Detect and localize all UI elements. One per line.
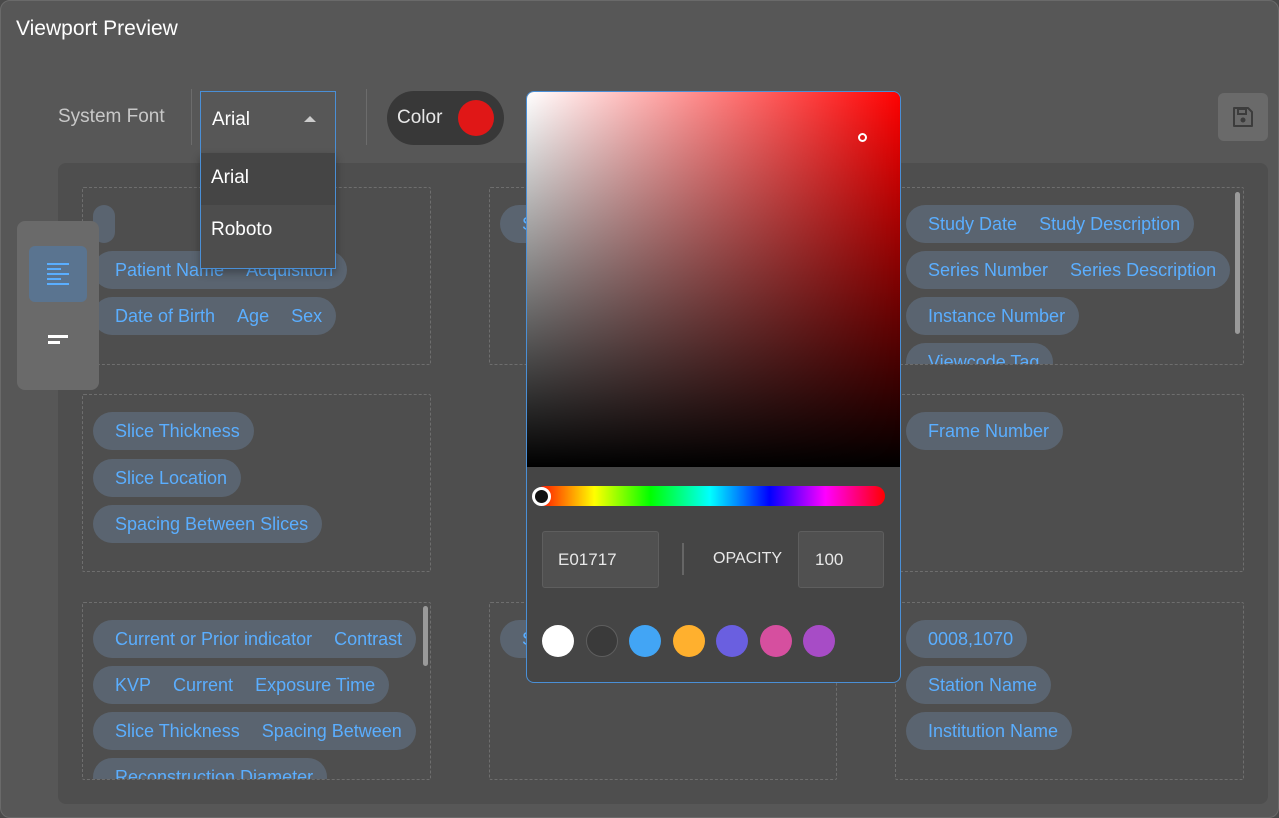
tag-label[interactable]: Sex (291, 306, 322, 326)
color-button[interactable]: Color (387, 91, 504, 145)
tag-label[interactable]: Spacing Between Slices (115, 514, 308, 534)
tag-chip-row[interactable]: Date of Birth Age Sex (93, 297, 337, 335)
caret-up-icon (304, 116, 316, 122)
tag-label[interactable]: Viewcode Tag (928, 352, 1039, 364)
layout-cell-mid-right[interactable]: Frame Number (895, 394, 1244, 572)
tag-label[interactable]: Slice Location (115, 468, 227, 488)
align-bottom-icon (48, 335, 68, 344)
tag-chip-row[interactable]: Frame Number (906, 412, 1064, 450)
tag-chip-row[interactable]: Institution Name (906, 712, 1073, 750)
font-option-roboto[interactable]: Roboto (201, 205, 335, 257)
alignment-panel (17, 221, 99, 390)
tag-chip-row[interactable]: Station Name (906, 666, 1052, 704)
divider (682, 543, 684, 575)
tag-label[interactable]: Contrast (334, 629, 402, 649)
tag-label[interactable]: Slice Thickness (115, 421, 240, 441)
tag-label[interactable]: Current or Prior indicator (115, 629, 312, 649)
tag-chip-row[interactable]: Slice Thickness (93, 412, 254, 450)
tag-chip-row[interactable]: Study Date Study Description (906, 205, 1195, 243)
divider (366, 89, 367, 145)
align-bottom-button[interactable] (29, 313, 87, 369)
scrollbar[interactable] (1235, 192, 1240, 334)
tag-label[interactable]: Reconstruction Diameter (115, 767, 313, 779)
font-dropdown-menu: Arial Roboto (200, 153, 336, 269)
font-option-arial[interactable]: Arial (201, 153, 335, 205)
tag-chip-row[interactable]: KVP Current Exposure Time (93, 666, 390, 704)
preset-swatch[interactable] (803, 625, 835, 657)
tag-chip-row[interactable]: 0008,1070 (906, 620, 1028, 658)
tag-label[interactable]: Date of Birth (115, 306, 215, 326)
layout-cell-top-right[interactable]: Study Date Study Description Series Number… (895, 187, 1244, 365)
viewport-preview-dialog: Viewport Preview System Font Arial Color… (0, 0, 1279, 818)
layout-cell-mid-left[interactable]: Slice Thickness Slice Location Spacing Bet… (82, 394, 431, 572)
tag-label[interactable]: Spacing Between (262, 721, 402, 741)
tag-label[interactable]: 0008,1070 (928, 629, 1013, 649)
saturation-value-area[interactable] (527, 92, 900, 467)
layout-cell-bottom-left[interactable]: Current or Prior indicator Contrast KVP Cur… (82, 602, 431, 780)
save-icon (1233, 107, 1253, 127)
tag-chip-row[interactable]: Reconstruction Diameter (93, 758, 328, 779)
preset-swatch[interactable] (542, 625, 574, 657)
tag-label[interactable]: Frame Number (928, 421, 1049, 441)
hue-slider-handle[interactable] (532, 487, 551, 506)
tag-label[interactable]: Series Description (1070, 260, 1216, 280)
font-select-value: Arial (212, 109, 251, 130)
tag-chip-row[interactable]: Slice Location (93, 459, 242, 497)
tag-label[interactable]: Station Name (928, 675, 1037, 695)
hue-slider[interactable] (535, 486, 885, 506)
tag-chip-row[interactable]: Instance Number (906, 297, 1080, 335)
tag-label[interactable]: Slice Thickness (115, 721, 240, 741)
tag-chip-row[interactable]: Slice Thickness Spacing Between (93, 712, 416, 750)
preset-swatch[interactable] (716, 625, 748, 657)
preset-swatch[interactable] (585, 625, 618, 657)
preset-swatch[interactable] (672, 625, 705, 657)
tag-label[interactable]: Exposure Time (255, 675, 375, 695)
color-label: Color (397, 107, 443, 128)
tag-label[interactable]: Study Description (1039, 214, 1180, 234)
align-left-icon (47, 263, 69, 285)
tag-chip-row[interactable]: Series Number Series Description (906, 251, 1231, 289)
layout-cell-bottom-right[interactable]: 0008,1070 Station Name Institution Name (895, 602, 1244, 780)
tag-label[interactable]: Age (237, 306, 269, 326)
opacity-input[interactable]: 100 (798, 531, 884, 588)
tag-label[interactable]: Study Date (928, 214, 1017, 234)
tag-label[interactable]: Instance Number (928, 306, 1065, 326)
preset-swatch[interactable] (759, 625, 792, 657)
tag-chip-row[interactable]: Current or Prior indicator Contrast (93, 620, 417, 658)
tag-chip-row[interactable]: Spacing Between Slices (93, 505, 323, 543)
hex-input[interactable]: E01717 (542, 531, 659, 588)
saturation-handle[interactable] (858, 133, 867, 142)
color-picker-popover: E01717 OPACITY 100 (526, 91, 901, 683)
system-font-label: System Font (58, 106, 165, 127)
tag-label[interactable]: Current (173, 675, 233, 695)
preset-swatch[interactable] (629, 625, 661, 657)
save-button[interactable] (1218, 93, 1268, 141)
divider (191, 89, 192, 145)
tag-label[interactable]: Institution Name (928, 721, 1058, 741)
tag-label[interactable]: KVP (115, 675, 151, 695)
font-select[interactable]: Arial (200, 91, 336, 153)
color-swatch (458, 100, 494, 136)
align-left-button[interactable] (29, 246, 87, 302)
tag-label[interactable]: Series Number (928, 260, 1048, 280)
dialog-title: Viewport Preview (16, 17, 178, 40)
opacity-label: OPACITY (713, 550, 783, 567)
tag-chip-row[interactable]: Viewcode Tag (906, 343, 1054, 364)
scrollbar[interactable] (423, 606, 428, 666)
